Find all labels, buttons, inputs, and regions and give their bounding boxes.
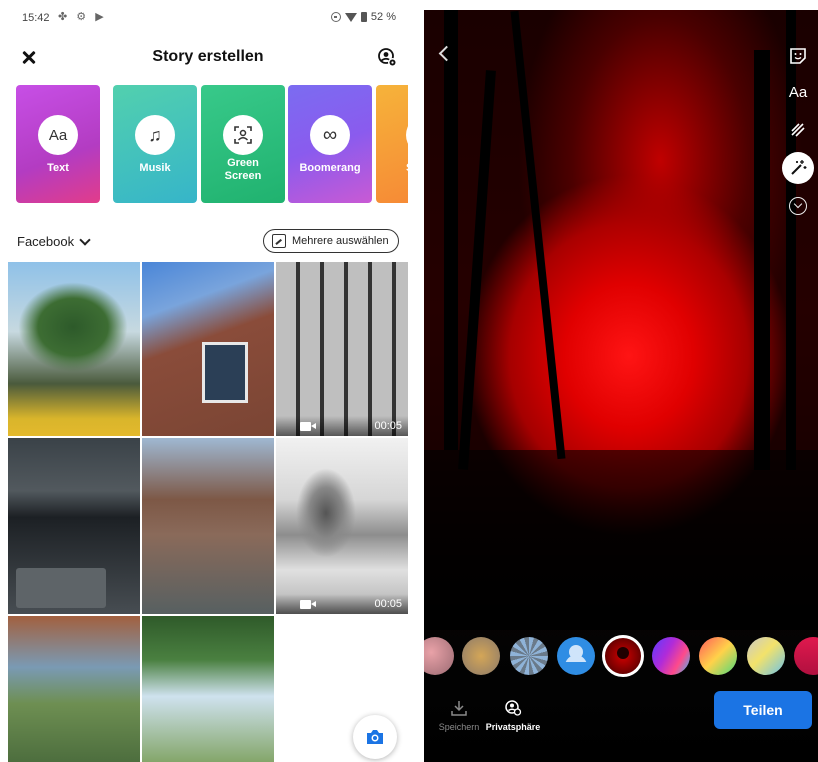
download-icon [451,701,467,716]
tree-trunk [444,10,458,450]
tree-trunk [458,70,496,470]
gallery-icon [272,234,286,248]
battery-icon [360,12,367,22]
card-text-label: Text [47,162,69,174]
video-duration: 00:05 [374,598,402,610]
text-aa-icon: Aa [38,115,78,155]
filter-option-selected[interactable] [602,635,644,677]
privacy-button[interactable]: Privatsphäre [482,700,544,732]
select-multiple-label: Mehrere auswählen [292,235,389,247]
more-options-icon[interactable] [784,192,812,220]
card-boomerang[interactable]: ∞ Boomerang [288,85,372,203]
privacy-gear-icon [505,700,522,716]
video-duration: 00:05 [374,420,402,432]
text-tool-icon[interactable]: Aa [784,78,812,106]
video-river-sketch[interactable]: 00:05 [276,438,408,614]
card-selfie[interactable]: Se [376,85,408,203]
photo-brick-house[interactable] [142,262,274,436]
video-camera-icon [300,422,316,431]
infinity-glyph: ∞ [322,123,338,146]
chevron-down-circle-icon [789,197,807,215]
card-musik[interactable]: ♫ Musik [113,85,197,203]
creation-cards: Aa Text ♫ Musik Green Screen ∞ Boomerang [16,85,408,205]
filter-option[interactable] [794,637,818,675]
video-overlay: 00:05 [276,416,408,436]
save-label: Speichern [438,722,480,732]
card-musik-label: Musik [139,162,171,174]
battery-percent: 52 % [370,11,396,23]
forest-floor [424,450,818,630]
do-not-disturb-icon [330,12,341,22]
draw-brush-icon[interactable] [784,116,812,144]
infinity-icon: ∞ [310,115,350,155]
wifi-icon [344,12,357,22]
share-button[interactable]: Teilen [714,691,812,729]
page-title: Story erstellen [152,48,264,65]
photo-street-collage[interactable] [142,438,274,614]
privacy-label: Privatsphäre [485,722,541,732]
camera-button[interactable] [353,715,397,759]
filter-carousel [424,635,818,679]
filter-option[interactable] [557,637,595,675]
music-note-icon: ♫ [135,115,175,155]
status-bar: 15:42 ✤ ⚙ ▶ 52 % [8,0,408,36]
filter-option[interactable] [462,637,500,675]
tree-trunk [754,50,770,470]
filter-option[interactable] [747,637,785,675]
select-multiple-button[interactable]: Mehrere auswählen [263,229,399,253]
music-note-glyph: ♫ [148,124,162,145]
camera-icon [367,730,383,744]
photo-trees[interactable] [142,616,274,762]
save-button[interactable]: Speichern [434,700,484,732]
photo-palm-tree[interactable] [8,262,140,436]
notification-icons: ✤ ⚙ ▶ [58,11,107,23]
green-screen-icon [223,115,263,155]
filter-option[interactable] [510,637,548,675]
video-camera-icon [300,600,316,609]
photo-laptop-keyboard[interactable] [8,438,140,614]
card-green-screen-label: Green Screen [224,157,262,182]
story-picker-screen: 15:42 ✤ ⚙ ▶ 52 % Story erstellen Aa Text [8,0,408,762]
photo-landscape-collage[interactable] [8,616,140,762]
filter-option[interactable] [424,637,454,675]
gallery-grid: 00:05 00:05 [8,262,408,762]
sticker-icon[interactable] [784,42,812,70]
story-editor-screen: Aa Speichern Privatsphäre Teilen [424,10,818,762]
privacy-settings-icon[interactable] [378,48,398,68]
text-aa-glyph: Aa [48,126,68,144]
card-boomerang-label: Boomerang [299,162,361,174]
tree-trunk [510,10,566,460]
status-right: 52 % [330,11,396,23]
card-selfie-label: Se [406,162,408,175]
video-overlay: 00:05 [276,594,408,614]
card-text[interactable]: Aa Text [16,85,100,203]
header: Story erstellen [8,38,408,80]
source-selector[interactable]: Facebook [17,234,74,249]
chevron-down-icon[interactable] [79,234,91,246]
filter-option[interactable] [652,637,690,675]
video-keyboard-closeup[interactable]: 00:05 [276,262,408,436]
effects-wand-icon[interactable] [782,152,814,184]
card-green-screen[interactable]: Green Screen [201,85,285,203]
selfie-icon [406,115,408,155]
status-time: 15:42 [22,12,50,24]
source-row: Facebook Mehrere auswählen [8,228,408,256]
filter-option[interactable] [699,637,737,675]
